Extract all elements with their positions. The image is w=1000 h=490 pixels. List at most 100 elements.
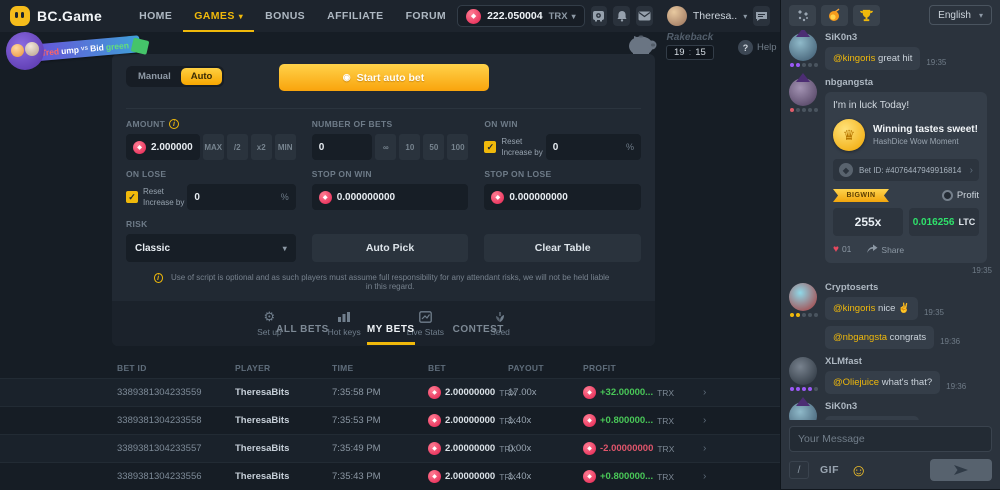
avatar[interactable] <box>789 33 817 61</box>
bets-100-button[interactable]: 100 <box>447 134 468 160</box>
tab-all-bets[interactable]: ALL BETS <box>276 324 329 345</box>
avatar[interactable] <box>789 402 817 420</box>
chat-username[interactable]: SiK0n3 <box>825 32 992 43</box>
bet-id-row[interactable]: ◆ Bet ID: #4076447949916814 › <box>833 159 979 181</box>
chat-username[interactable]: XLMfast <box>825 356 992 367</box>
tab-my-bets[interactable]: MY BETS <box>367 324 415 345</box>
chat-message: SiK0n3 @kingoris great hit19:35 <box>789 32 992 70</box>
mail-button[interactable] <box>636 6 653 26</box>
number-of-bets-input[interactable]: 0 <box>312 134 373 160</box>
min-button[interactable]: MIN <box>275 134 296 160</box>
balance-selector[interactable]: ◆ 222.050004 TRX▾ <box>457 5 585 27</box>
win-card-subtitle: HashDice Wow Moment <box>873 137 978 146</box>
chat-message: XLMfast @Oliejuice what's that?19:36 <box>789 356 992 394</box>
table-row[interactable]: 3389381304233556 TheresaBits 7:35:43 PM … <box>0 462 780 490</box>
bigwin-badge: BIGWIN <box>833 189 889 202</box>
stop-on-lose-input[interactable]: ◆ 0.000000000 <box>484 184 641 210</box>
clear-table-button[interactable]: Clear Table <box>484 234 641 262</box>
gear-icon: ⚙ <box>264 309 276 324</box>
stop-on-win-input[interactable]: ◆ 0.000000000 <box>312 184 469 210</box>
chat-username[interactable]: SiK0n3 <box>825 401 992 412</box>
tab-contest[interactable]: CONTEST <box>453 324 504 345</box>
on-lose-input[interactable]: 0% <box>187 184 295 210</box>
promo-banner[interactable]: TredumpvsBidgreen <box>6 32 146 72</box>
mention[interactable]: @kingoris <box>833 53 875 64</box>
gif-button[interactable]: GIF <box>820 464 839 476</box>
max-button[interactable]: MAX <box>203 134 224 160</box>
auto-pick-button[interactable]: Auto Pick <box>312 234 469 262</box>
chat-username[interactable]: Cryptoserts <box>825 282 992 293</box>
risk-select[interactable]: Classic ▾ <box>126 234 296 262</box>
nav-item-bonus[interactable]: BONUS <box>254 0 316 32</box>
avatar[interactable] <box>789 357 817 385</box>
brand[interactable]: BC.Game <box>10 6 102 26</box>
infinity-button[interactable]: ∞ <box>375 134 396 160</box>
help-widget[interactable]: ? Help <box>738 40 777 55</box>
help-label: Help <box>757 42 777 53</box>
on-lose-reset-checkbox[interactable]: ✓ <box>126 191 138 203</box>
stop-on-win-label: STOP ON WIN <box>312 169 372 179</box>
share-button[interactable]: Share <box>867 244 904 255</box>
trophy-button[interactable] <box>853 5 880 26</box>
chat-bubble-icon <box>755 11 768 22</box>
avatar[interactable] <box>789 78 817 106</box>
half-button[interactable]: /2 <box>227 134 248 160</box>
slash-command-button[interactable]: / <box>789 461 809 479</box>
main-area: BC.Game HOME GAMES▾ BONUS AFFILIATE FORU… <box>0 0 780 489</box>
nav-item-home[interactable]: HOME <box>128 0 183 32</box>
mention[interactable]: @nbgangsta <box>833 332 887 343</box>
nav-item-forum[interactable]: FORUM <box>395 0 458 32</box>
fireball-button[interactable] <box>821 5 848 26</box>
stop-on-lose-label: STOP ON LOSE <box>484 169 551 179</box>
on-win-reset-checkbox[interactable]: ✓ <box>484 141 496 153</box>
win-card[interactable]: ♛ Winning tastes sweet! HashDice Wow Mom… <box>833 119 979 255</box>
double-button[interactable]: x2 <box>251 134 272 160</box>
infinity-icon: ∞ <box>383 143 389 152</box>
bets-10-button[interactable]: 10 <box>399 134 420 160</box>
chat-toggle-button[interactable] <box>753 6 770 26</box>
trx-coin-icon: ◆ <box>428 414 441 427</box>
chat-input[interactable] <box>789 426 992 452</box>
hot-keys-icon <box>337 309 351 324</box>
mention[interactable]: @kingoris <box>833 303 875 314</box>
avatar[interactable] <box>789 283 817 311</box>
vault-button[interactable] <box>591 6 608 26</box>
heart-icon: ♥ <box>833 244 839 255</box>
message-time: 19:36 <box>940 337 960 346</box>
chat-message: nbgangsta I'm in luck Today! ♛ Winning t… <box>789 77 992 275</box>
smiley-emoji-button[interactable]: ☺ <box>850 462 867 479</box>
chat-toolbar: / GIF ☺ <box>781 457 1000 489</box>
promo-ribbon: TredumpvsBidgreen <box>29 35 140 62</box>
amount-input[interactable]: ◆ 2.000000 <box>126 134 200 160</box>
mention[interactable]: @Oliejuice <box>833 377 879 388</box>
table-row[interactable]: 3389381304233558 TheresaBits 7:35:53 PM … <box>0 406 780 434</box>
likes-button[interactable]: ♥01 <box>833 244 851 255</box>
balance-amount: 222.050004 <box>487 10 542 22</box>
level-dots <box>790 63 818 67</box>
bets-50-button[interactable]: 50 <box>423 134 444 160</box>
info-icon[interactable]: i <box>169 119 179 129</box>
trx-coin-icon: ◆ <box>133 141 146 154</box>
bets-tabs: ALL BETS MY BETS CONTEST <box>0 324 780 345</box>
rain-button[interactable] <box>789 5 816 26</box>
currency-dropdown[interactable]: TRX▾ <box>549 11 576 22</box>
table-row[interactable]: 3389381304233559 TheresaBits 7:35:58 PM … <box>0 378 780 406</box>
notifications-button[interactable] <box>613 6 630 26</box>
fireball-icon <box>828 8 842 22</box>
send-button[interactable] <box>930 459 992 481</box>
top-nav: BC.Game HOME GAMES▾ BONUS AFFILIATE FORU… <box>0 0 780 32</box>
user-menu[interactable]: Theresa.. ▾ <box>667 6 747 26</box>
nav-item-affiliate[interactable]: AFFILIATE <box>316 0 394 32</box>
language-select[interactable]: English ▾ <box>929 5 992 25</box>
table-row[interactable]: 3389381304233557 TheresaBits 7:35:49 PM … <box>0 434 780 462</box>
start-auto-bet-button[interactable]: ◉ Start auto bet <box>279 64 489 91</box>
target-icon: ◉ <box>343 72 351 83</box>
check-icon: ✓ <box>128 192 136 203</box>
auto-tab[interactable]: Auto <box>181 68 223 85</box>
chevron-right-icon: › <box>703 415 721 426</box>
chat-username[interactable]: nbgangsta <box>825 77 992 88</box>
nav-item-games[interactable]: GAMES▾ <box>183 0 254 32</box>
on-win-input[interactable]: 0% <box>546 134 641 160</box>
trx-coin-icon: ◆ <box>583 386 596 399</box>
vault-icon <box>592 10 605 22</box>
